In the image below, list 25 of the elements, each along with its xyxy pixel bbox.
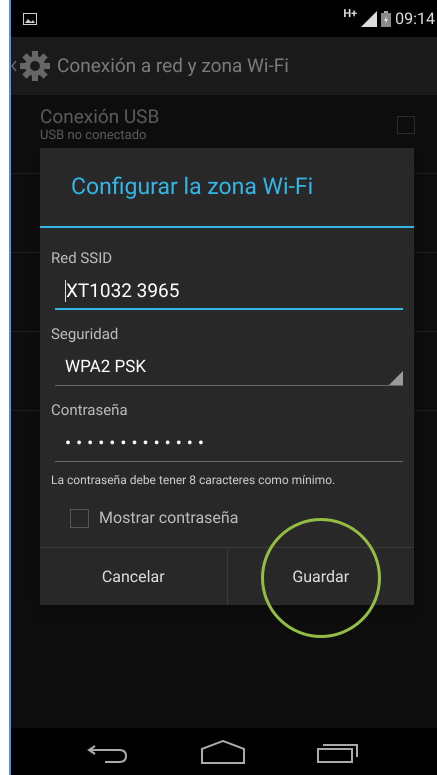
network-type: H+ (343, 6, 358, 22)
battery-icon (381, 10, 392, 26)
checkbox[interactable] (70, 508, 89, 528)
checkbox-label: Mostrar contraseña (99, 507, 238, 529)
dialog-title: Configurar la zona Wi-Fi (71, 172, 314, 202)
field-label: Seguridad (51, 324, 120, 344)
dialog-button[interactable]: Guardar (226, 548, 414, 605)
checkbox[interactable] (397, 116, 415, 134)
security-dropdown[interactable]: WPA2 PSK (55, 350, 403, 386)
password-hint: La contraseña debe tener 8 caracteres como mínimo. (51, 472, 336, 489)
field-label: Contraseña (51, 400, 129, 420)
dialog-button[interactable]: Cancelar (40, 548, 226, 605)
password-field[interactable]: ••••••••••••• (55, 426, 403, 462)
field-label: Red SSID (51, 248, 114, 268)
setting-subtitle: USB no conectado (40, 128, 148, 143)
clock: 09:14 (395, 8, 435, 30)
screen-title: Conexión a red y zona Wi-Fi (57, 52, 289, 79)
signal-icon (361, 10, 378, 26)
dropdown-corner-icon (389, 371, 403, 385)
setting-title: Conexión USB (40, 106, 160, 128)
back-caret-icon[interactable] (11, 60, 17, 72)
gear-icon (19, 50, 51, 82)
input-field[interactable]: XT1032 3965 (55, 274, 403, 310)
image-notification-icon (23, 12, 37, 24)
home-icon[interactable] (200, 740, 246, 764)
